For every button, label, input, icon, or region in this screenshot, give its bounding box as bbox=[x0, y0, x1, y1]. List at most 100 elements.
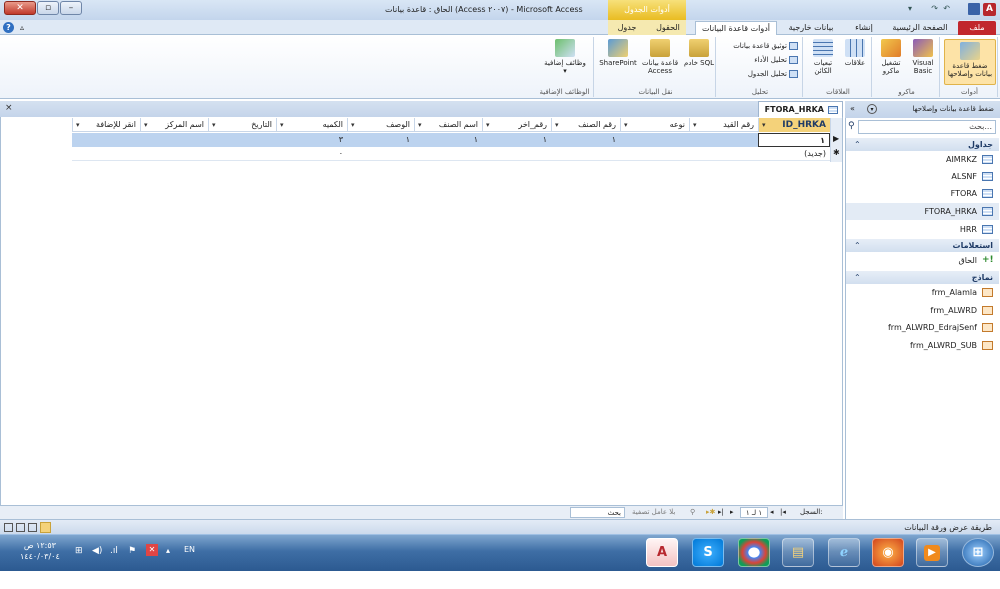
save-icon[interactable] bbox=[968, 3, 980, 15]
clock[interactable]: ١٢:٥٣ ص ١٤٤٠/٠٣/٠٤ bbox=[20, 540, 60, 562]
table-cell[interactable]: ١ bbox=[347, 133, 414, 147]
tab-file[interactable]: ملف bbox=[958, 21, 996, 35]
table-cell[interactable]: ٣ bbox=[276, 133, 347, 147]
tab-external-data[interactable]: بيانات خارجية bbox=[780, 21, 842, 35]
first-record-button[interactable]: |◂ bbox=[780, 508, 786, 516]
visual-basic-button[interactable]: Visual Basic bbox=[908, 39, 938, 75]
navigation-pane-header[interactable]: ضغط قاعدة بيانات وإصلاحها ▾ « bbox=[845, 101, 1000, 118]
qat-dropdown-icon[interactable]: ▾ bbox=[908, 4, 912, 13]
next-record-button[interactable]: ▸ bbox=[730, 508, 734, 516]
table-cell[interactable] bbox=[620, 133, 689, 147]
table-cell[interactable] bbox=[689, 133, 758, 147]
column-dropdown-icon[interactable]: ▾ bbox=[486, 118, 490, 132]
column-header[interactable]: ▾ ID_HRKA bbox=[758, 118, 830, 132]
column-dropdown-icon[interactable]: ▾ bbox=[76, 118, 80, 132]
nav-item-table[interactable]: FTORA_HRKA bbox=[846, 203, 999, 220]
column-dropdown-icon[interactable]: ▾ bbox=[280, 118, 284, 132]
section-forms[interactable]: نماذج ⌃ bbox=[846, 271, 999, 284]
database-documenter-button[interactable]: توثيق قاعدة بيانات bbox=[733, 40, 798, 52]
nav-item-form[interactable]: frm_ALWRD_SUB bbox=[846, 337, 999, 354]
nav-item-form[interactable]: frm_ALWRD bbox=[846, 302, 999, 319]
help-icon[interactable]: ? bbox=[3, 22, 14, 33]
design-view-icon[interactable] bbox=[4, 523, 13, 532]
new-blank-record-button[interactable]: ▸✱ bbox=[706, 508, 715, 516]
new-row-default-value[interactable]: ٠ bbox=[276, 147, 347, 161]
table-cell[interactable] bbox=[208, 133, 276, 147]
nav-item-table[interactable]: ALSNF bbox=[846, 168, 999, 185]
column-dropdown-icon[interactable]: ▾ bbox=[693, 118, 697, 132]
close-button[interactable]: ✕ bbox=[4, 1, 36, 15]
new-record-icon[interactable]: ✱ bbox=[833, 148, 840, 157]
shutter-bar-icon[interactable]: « bbox=[850, 104, 855, 113]
close-document-icon[interactable]: × bbox=[5, 103, 13, 113]
relationships-button[interactable]: علاقات bbox=[840, 39, 870, 67]
record-position-field[interactable]: ١ لـ ١ bbox=[740, 507, 768, 518]
column-dropdown-icon[interactable]: ▾ bbox=[351, 118, 355, 132]
object-dependencies-button[interactable]: تبعيات الكائن bbox=[807, 39, 839, 75]
nav-item-table[interactable]: HRR bbox=[846, 221, 999, 238]
current-record-icon[interactable]: ▶ bbox=[833, 134, 839, 143]
nav-item-table[interactable]: AIMRKZ bbox=[846, 151, 999, 168]
tab-table[interactable]: جدول bbox=[610, 21, 644, 35]
table-row[interactable]: ١ ١ ١ ١ ١ ٣ bbox=[72, 133, 830, 147]
file-explorer-taskbar-icon[interactable]: ▤ bbox=[782, 538, 814, 567]
show-hidden-icons-icon[interactable]: ▴ bbox=[166, 546, 170, 555]
redo-icon[interactable]: ↷ bbox=[931, 4, 938, 13]
media-player-taskbar-icon[interactable]: ▶ bbox=[916, 538, 948, 567]
nav-item-form[interactable]: frm_ALWRD_EdrajSenf bbox=[846, 319, 999, 336]
ribbon-collapse-icon[interactable]: ▵ bbox=[20, 23, 24, 32]
column-header[interactable]: ▾ اسم المركز bbox=[140, 118, 208, 132]
table-cell[interactable]: ١ bbox=[414, 133, 482, 147]
network-icon[interactable]: ⊞ bbox=[75, 546, 83, 556]
chrome-taskbar-icon[interactable] bbox=[738, 538, 770, 567]
flag-icon[interactable]: ⚑ bbox=[128, 546, 136, 556]
column-dropdown-icon[interactable]: ▾ bbox=[212, 118, 216, 132]
signal-icon[interactable]: .ıl bbox=[110, 546, 118, 556]
column-dropdown-icon[interactable]: ▾ bbox=[555, 118, 559, 132]
table-cell[interactable] bbox=[72, 133, 140, 147]
skype-taskbar-icon[interactable]: S bbox=[692, 538, 724, 567]
record-search-input[interactable]: بحث bbox=[570, 507, 625, 518]
analyze-table-button[interactable]: تحليل الجدول bbox=[748, 68, 798, 80]
minimize-button[interactable]: – bbox=[60, 1, 82, 15]
access-database-button[interactable]: قاعدة بيانات Access bbox=[638, 39, 682, 75]
firefox-taskbar-icon[interactable]: ◉ bbox=[872, 538, 904, 567]
security-alert-icon[interactable]: ✕ bbox=[146, 544, 158, 556]
nav-item-form[interactable]: frm_Alamla bbox=[846, 284, 999, 301]
tab-home[interactable]: الصفحة الرئيسية bbox=[885, 21, 955, 35]
analyze-performance-button[interactable]: تحليل الأداء bbox=[754, 54, 798, 66]
nav-item-table[interactable]: FTORA bbox=[846, 185, 999, 202]
sql-server-button[interactable]: خادم SQL bbox=[684, 39, 714, 67]
access-taskbar-icon[interactable]: A bbox=[646, 538, 678, 567]
tab-create[interactable]: إنشاء bbox=[845, 21, 883, 35]
datasheet-view-icon[interactable] bbox=[40, 522, 51, 533]
collapse-icon[interactable]: ⌃ bbox=[854, 271, 861, 284]
compact-repair-button[interactable]: ضغط قاعدة بيانات وإصلاحها bbox=[944, 39, 996, 85]
internet-explorer-taskbar-icon[interactable]: ℯ bbox=[828, 538, 860, 567]
maximize-button[interactable]: ▫ bbox=[37, 1, 59, 15]
new-row-label[interactable]: (جديد) bbox=[758, 147, 830, 161]
collapse-icon[interactable]: ⌃ bbox=[854, 239, 861, 252]
pivot-chart-icon[interactable] bbox=[16, 523, 25, 532]
column-header[interactable]: ▾ التاريخ bbox=[208, 118, 276, 132]
undo-icon[interactable]: ↶ bbox=[943, 4, 950, 13]
column-dropdown-icon[interactable]: ▾ bbox=[144, 118, 148, 132]
column-header[interactable]: ▾ انقر للإضافة bbox=[72, 118, 140, 132]
column-dropdown-icon[interactable]: ▾ bbox=[762, 118, 766, 132]
previous-record-button[interactable]: ◂ bbox=[770, 508, 774, 516]
tab-database-tools[interactable]: أدوات قاعدة البيانات bbox=[695, 21, 777, 35]
collapse-icon[interactable]: ⌃ bbox=[854, 138, 861, 151]
column-header[interactable]: ▾ الكميه bbox=[276, 118, 347, 132]
last-record-button[interactable]: ▸| bbox=[718, 508, 724, 516]
column-header[interactable]: ▾ رقم القيد bbox=[689, 118, 758, 132]
sharepoint-button[interactable]: SharePoint bbox=[598, 39, 638, 67]
column-header[interactable]: ▾ نوعه bbox=[620, 118, 689, 132]
section-queries[interactable]: استعلامات ⌃ bbox=[846, 239, 999, 252]
column-header[interactable]: ▾ رقم_اخر bbox=[482, 118, 551, 132]
table-cell[interactable]: ١ bbox=[551, 133, 620, 147]
filter-status[interactable]: بلا عامل تصفية bbox=[632, 508, 675, 516]
new-record-row[interactable]: (جديد) ٠ bbox=[72, 147, 830, 161]
column-dropdown-icon[interactable]: ▾ bbox=[624, 118, 628, 132]
language-indicator[interactable]: EN bbox=[184, 545, 195, 554]
volume-icon[interactable]: ◀) bbox=[92, 546, 102, 556]
